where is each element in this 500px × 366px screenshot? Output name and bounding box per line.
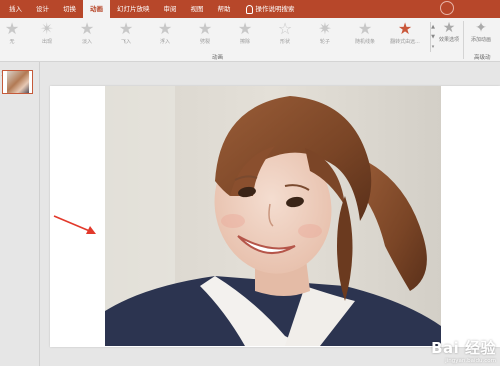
- ribbon-animations: ★ 无 ✴ 出现 ★ 淡入 ★ 飞入 ★ 浮入 ★ 劈裂 ★ 擦除 ☆ 形状 ✷…: [0, 18, 500, 62]
- watermark: Bai 经验 jingyan.baidu.com: [431, 337, 496, 364]
- star-icon: ✷: [318, 19, 332, 38]
- tab-transitions[interactable]: 切换: [56, 0, 83, 18]
- tab-animations[interactable]: 动画: [83, 0, 110, 18]
- watermark-url: jingyan.baidu.com: [445, 358, 496, 364]
- search-label: 操作说明搜索: [255, 5, 295, 13]
- slide-thumbnail-pane: 1: [0, 62, 40, 366]
- star-icon: ★: [118, 19, 134, 38]
- animation-random-bars[interactable]: ★ 随机线条: [345, 20, 385, 45]
- add-animation-button[interactable]: ✦ 添加动画: [466, 20, 496, 43]
- group-label-advanced: 高级动: [474, 55, 491, 61]
- animation-grow-turn[interactable]: ★ 翻转式由远...: [385, 20, 425, 45]
- star-icon: ☆: [277, 19, 293, 38]
- annotation-arrow-icon: [53, 215, 96, 234]
- animation-float-in[interactable]: ★ 浮入: [145, 20, 185, 45]
- effect-options-icon: ★: [442, 20, 456, 36]
- star-icon: ★: [157, 19, 173, 38]
- tab-insert[interactable]: 插入: [2, 0, 29, 18]
- ribbon-separator: [463, 21, 464, 59]
- help-circle-icon[interactable]: [440, 1, 454, 15]
- tab-design[interactable]: 设计: [29, 0, 56, 18]
- animation-shape[interactable]: ☆ 形状: [265, 20, 305, 45]
- animation-split[interactable]: ★ 劈裂: [185, 20, 225, 45]
- star-icon: ★: [397, 19, 413, 38]
- lightbulb-icon: [245, 4, 253, 14]
- effect-options-button[interactable]: ★ 效果选项: [434, 20, 464, 43]
- slide-thumbnail[interactable]: [2, 70, 33, 94]
- animation-fly-in[interactable]: ★ 飞入: [106, 20, 146, 45]
- watermark-logo: Bai 经验: [431, 339, 496, 357]
- slide-photo[interactable]: [105, 86, 441, 346]
- tab-review[interactable]: 审阅: [157, 0, 184, 18]
- thumbnail-photo: [7, 71, 29, 93]
- star-icon: ★: [357, 19, 373, 38]
- star-icon: ★: [79, 19, 95, 38]
- star-icon: ★: [197, 19, 213, 38]
- gallery-more-icon[interactable]: ▾: [431, 42, 435, 52]
- group-label-animation: 动画: [212, 55, 224, 61]
- tab-view[interactable]: 视图: [184, 0, 211, 18]
- star-icon: ★: [237, 19, 253, 38]
- animation-wheel[interactable]: ✷ 轮子: [305, 20, 345, 45]
- animation-wipe[interactable]: ★ 擦除: [225, 20, 265, 45]
- add-animation-icon: ✦: [475, 20, 487, 36]
- tab-help[interactable]: 帮助: [211, 0, 238, 18]
- animation-fade[interactable]: ★ 淡入: [67, 20, 107, 45]
- tell-me-search[interactable]: 操作说明搜索: [238, 0, 295, 18]
- tab-slideshow[interactable]: 幻灯片放映: [110, 0, 157, 18]
- animation-appear[interactable]: ✴ 出现: [27, 20, 67, 45]
- ribbon-tab-bar: 插入 设计 切换 动画 幻灯片放映 审阅 视图 帮助 操作说明搜索: [0, 0, 500, 18]
- star-icon: ✴: [40, 19, 54, 38]
